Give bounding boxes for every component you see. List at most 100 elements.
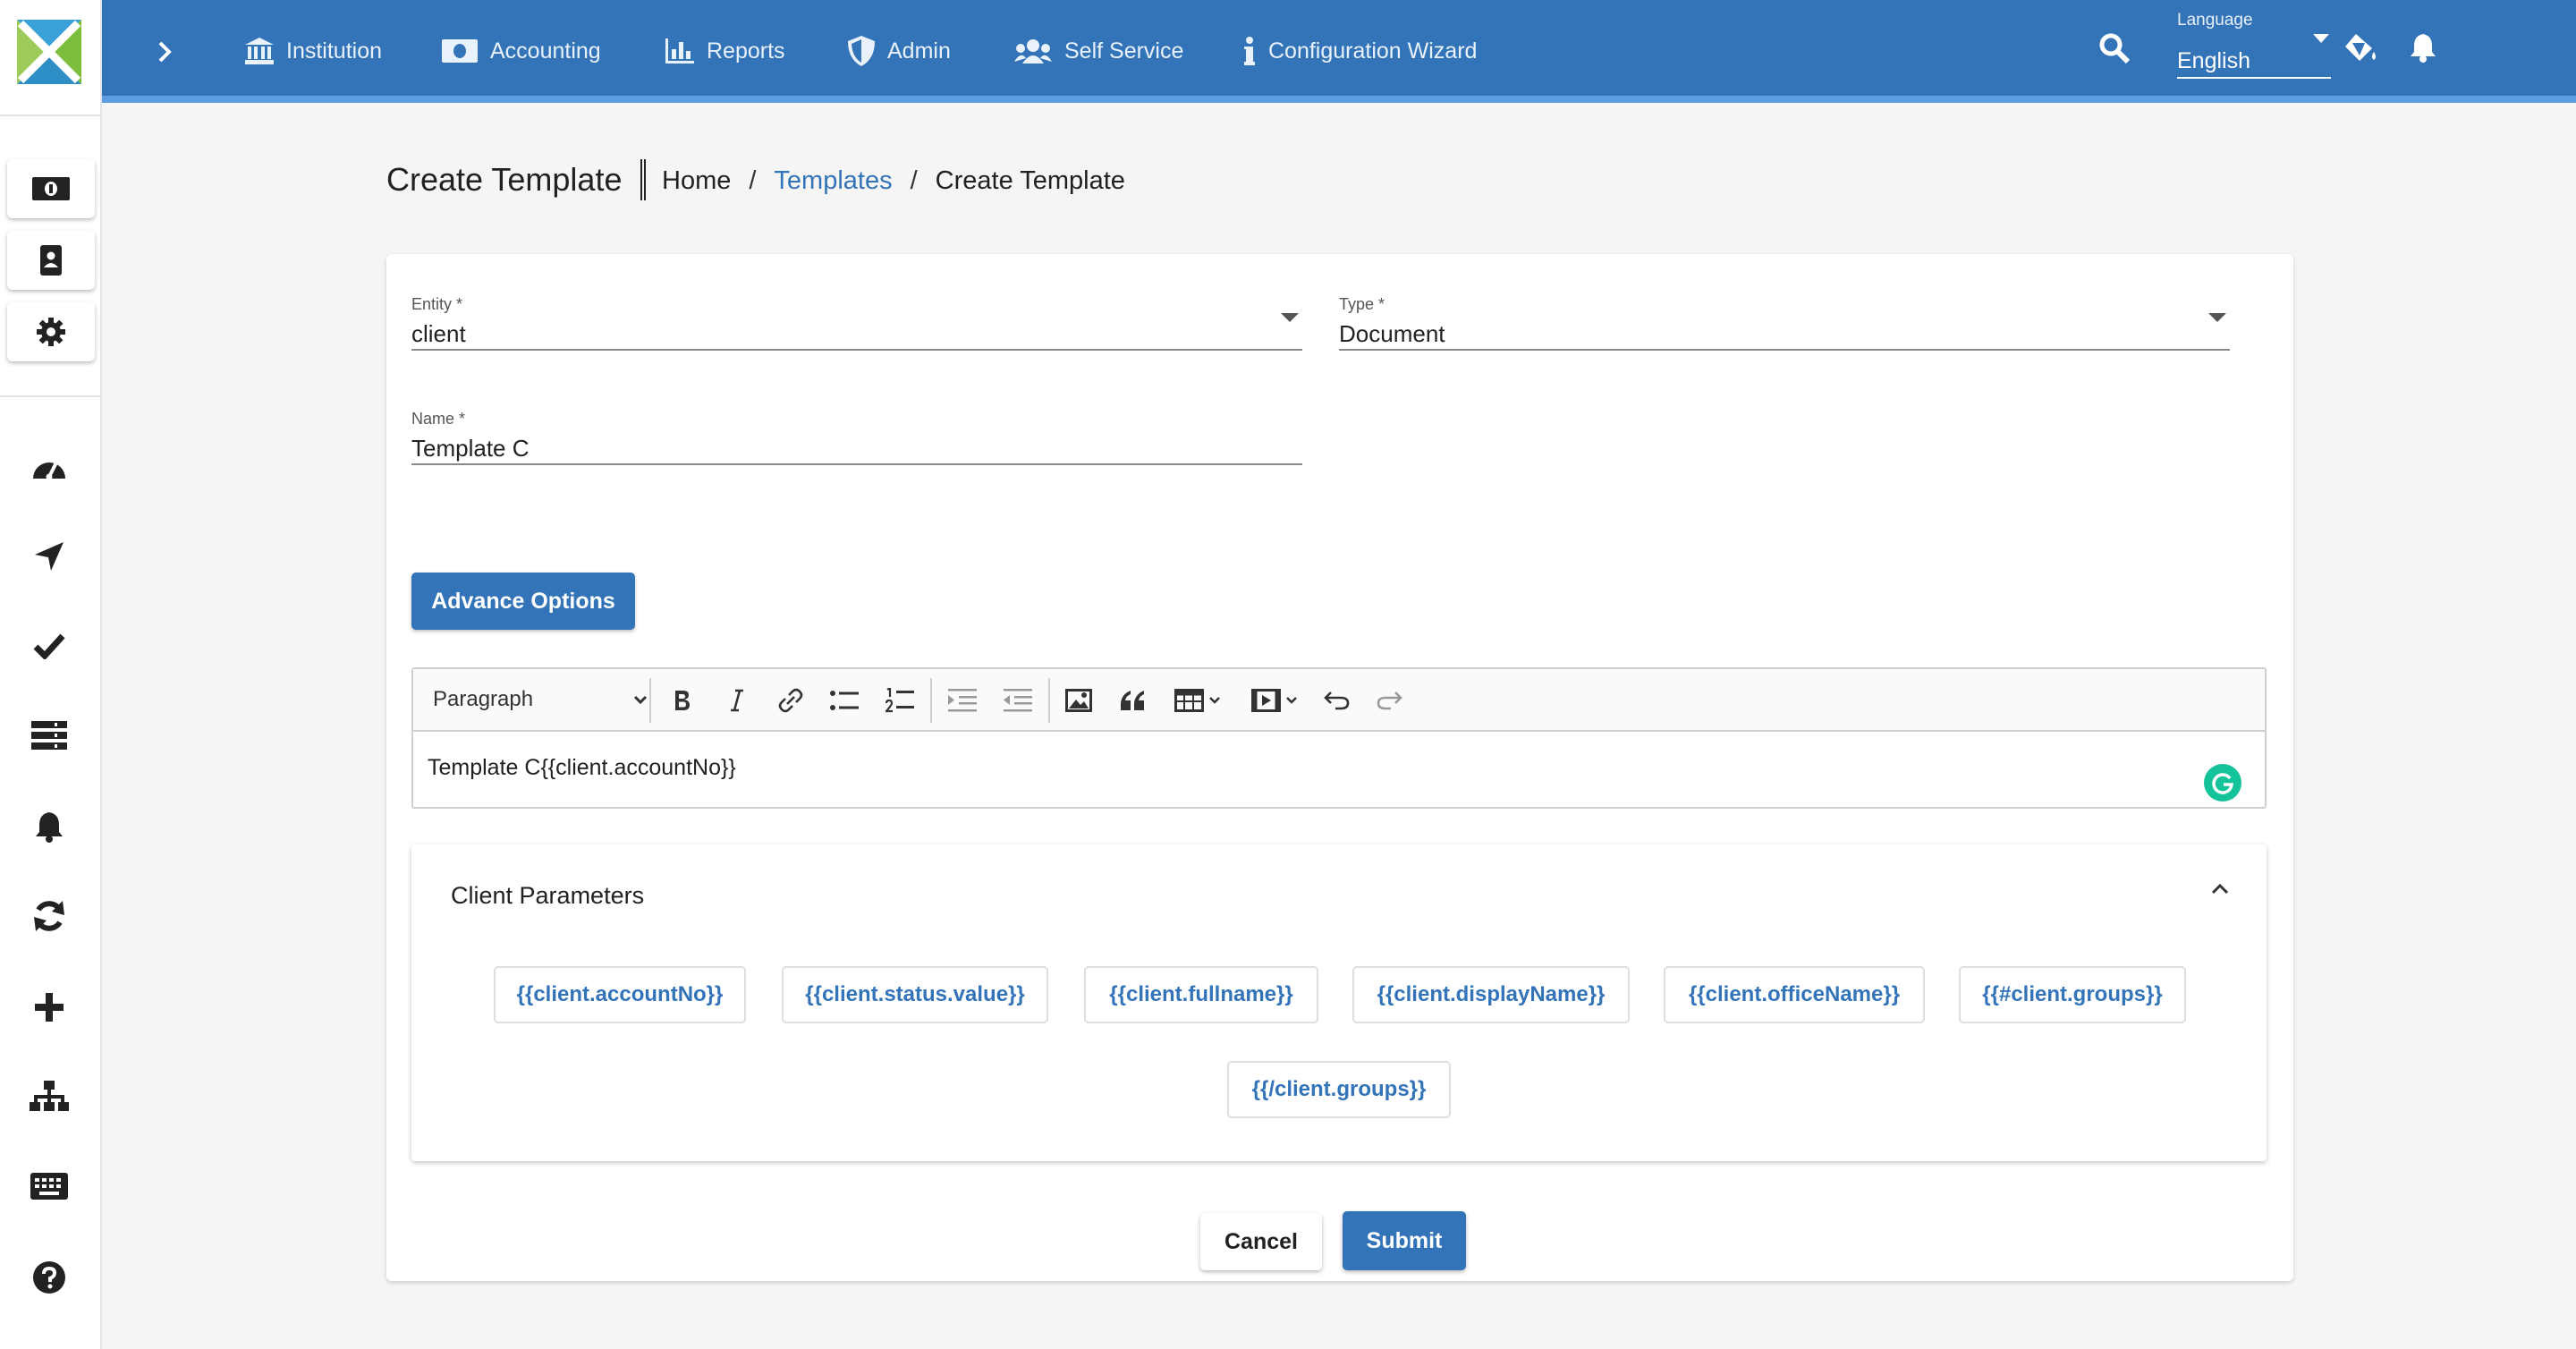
paragraph-format-value: Paragraph (433, 687, 534, 711)
rail-list-button[interactable] (24, 710, 74, 760)
rail-add-button[interactable] (24, 982, 74, 1032)
parameter-chip[interactable]: {{client.officeName}} (1664, 966, 1925, 1023)
entity-underline (411, 349, 1302, 351)
block-quote-button[interactable] (1113, 683, 1152, 717)
name-input[interactable]: Name * Template C (411, 410, 1302, 465)
cancel-button[interactable]: Cancel (1200, 1213, 1322, 1270)
title-divider (640, 159, 646, 200)
expand-sidebar-button[interactable] (148, 38, 181, 66)
shield-icon (848, 36, 875, 66)
entity-select[interactable]: Entity * client (411, 295, 1302, 351)
redo-button[interactable] (1370, 683, 1410, 717)
grammarly-icon (2211, 771, 2234, 794)
parameter-chip[interactable]: {{client.status.value}} (782, 966, 1048, 1023)
language-label: Language (2177, 11, 2253, 30)
money-icon (32, 177, 70, 200)
paragraph-format-select[interactable]: Paragraph (433, 682, 648, 717)
chevron-right-icon (157, 41, 172, 63)
nav-institution[interactable]: Institution (245, 29, 382, 73)
increase-indent-icon (948, 689, 977, 712)
entity-value: client (411, 320, 466, 347)
nav-label: Admin (887, 38, 951, 64)
parameter-chip[interactable]: {{/client.groups}} (1227, 1061, 1451, 1118)
insert-table-button[interactable] (1168, 683, 1227, 717)
nav-label: Accounting (490, 38, 601, 64)
client-parameters-title: Client Parameters (451, 882, 645, 909)
help-icon (33, 1261, 65, 1294)
nav-label: Reports (707, 38, 785, 64)
insert-media-button[interactable] (1245, 683, 1304, 717)
rail-settings-button[interactable] (7, 302, 95, 361)
chevron-down-icon (633, 695, 648, 704)
name-value: Template C (411, 435, 530, 462)
dashboard-icon (31, 454, 67, 480)
nav-configuration-wizard[interactable]: Configuration Wizard (1243, 29, 1477, 73)
breadcrumb-separator: / (749, 166, 757, 195)
advance-options-button[interactable]: Advance Options (411, 573, 635, 630)
app-logo[interactable] (17, 20, 81, 84)
parameter-chip[interactable]: {{#client.groups}} (1959, 966, 2186, 1023)
nav-admin[interactable]: Admin (848, 29, 951, 73)
italic-button[interactable] (717, 683, 757, 717)
notifications-button[interactable] (2410, 32, 2436, 63)
nav-self-service[interactable]: Self Service (1014, 29, 1183, 73)
nav-label: Self Service (1064, 38, 1184, 64)
quote-icon (1120, 691, 1145, 710)
rail-notifications-button[interactable] (24, 802, 74, 852)
numbered-list-button[interactable] (880, 683, 919, 717)
decrease-indent-icon (1004, 689, 1032, 712)
breadcrumb-templates[interactable]: Templates (774, 166, 892, 196)
language-value: English (2177, 48, 2250, 73)
rail-contacts-button[interactable] (7, 231, 95, 290)
nav-reports[interactable]: Reports (665, 29, 785, 73)
gear-icon (36, 317, 66, 347)
parameter-chip[interactable]: {{client.accountNo}} (494, 966, 746, 1023)
submit-button[interactable]: Submit (1343, 1211, 1466, 1270)
caret-down-icon (1281, 313, 1299, 322)
parameter-chip[interactable]: {{client.displayName}} (1352, 966, 1630, 1023)
bell-icon (35, 810, 64, 843)
bold-button[interactable] (662, 683, 701, 717)
increase-indent-button[interactable] (943, 683, 982, 717)
caret-down-icon (2208, 313, 2226, 322)
caret-down-icon (2313, 34, 2329, 43)
plus-icon (35, 993, 64, 1022)
type-select[interactable]: Type * Document (1339, 295, 2230, 351)
media-icon (1251, 689, 1298, 712)
rail-tasks-button[interactable] (24, 621, 74, 671)
nav-accounting[interactable]: Accounting (442, 29, 601, 73)
breadcrumb-separator: / (910, 166, 918, 195)
rail-dashboard-button[interactable] (24, 442, 74, 492)
paint-bucket-icon (2343, 30, 2379, 66)
editor-content[interactable]: Template C{{client.accountNo}} (428, 755, 736, 781)
type-underline (1339, 349, 2230, 351)
bulleted-list-button[interactable] (825, 683, 864, 717)
money-icon (442, 39, 478, 63)
rail-accounting-button[interactable] (7, 159, 95, 218)
insert-image-button[interactable] (1059, 683, 1098, 717)
rail-sync-button[interactable] (24, 891, 74, 941)
search-button[interactable] (2098, 32, 2138, 72)
rail-help-button[interactable] (24, 1252, 74, 1302)
parameter-chip[interactable]: {{client.fullname}} (1084, 966, 1318, 1023)
breadcrumb-home[interactable]: Home (662, 166, 731, 196)
page-title: Create Template (386, 161, 623, 198)
link-button[interactable] (771, 683, 810, 717)
rail-keyboard-button[interactable] (24, 1161, 74, 1211)
undo-button[interactable] (1317, 683, 1356, 717)
grammarly-button[interactable] (2204, 764, 2241, 802)
bar-chart-icon (665, 38, 694, 64)
toolbar-divider (649, 678, 651, 723)
language-select[interactable]: Language English (2177, 9, 2334, 79)
rail-navigate-button[interactable] (24, 531, 74, 581)
decrease-indent-button[interactable] (998, 683, 1038, 717)
chevron-up-icon[interactable] (2211, 884, 2229, 895)
image-icon (1065, 689, 1092, 712)
left-rail (0, 0, 102, 1349)
theme-button[interactable] (2343, 30, 2379, 66)
toolbar-divider (930, 678, 932, 723)
rail-hierarchy-button[interactable] (24, 1072, 74, 1122)
search-icon (2098, 32, 2138, 64)
breadcrumb-current: Create Template (935, 166, 1125, 195)
name-underline (411, 463, 1302, 465)
